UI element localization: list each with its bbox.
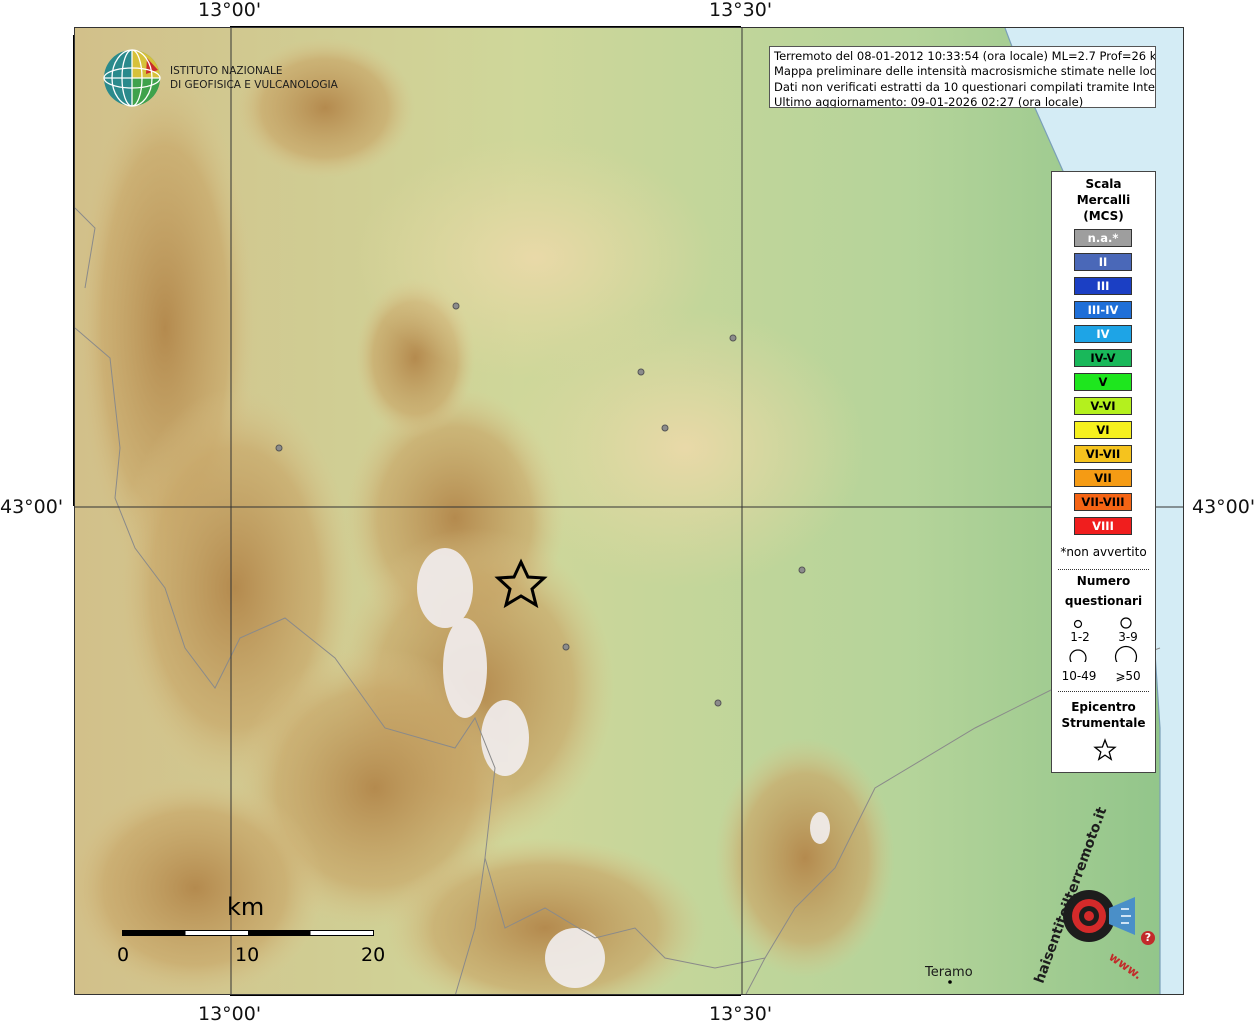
lon-label-top-right: 13°30': [709, 0, 773, 21]
city-marker-teramo[interactable]: [948, 980, 952, 984]
scale-tick-0: 0: [117, 944, 130, 966]
mcs-item: II: [1074, 253, 1132, 271]
mcs-item: VIII: [1074, 517, 1132, 535]
mcs-item: V-VI: [1074, 397, 1132, 415]
epicenter-star[interactable]: [494, 558, 548, 609]
haisentito-stamp[interactable]: haisentitoilterremoto.it www. ?: [1032, 805, 1163, 986]
ingv-name-line2: DI GEOFISICA E VULCANOLOGIA: [170, 79, 338, 91]
mcs-item: III: [1074, 277, 1132, 295]
legend-divider-2: [1058, 691, 1149, 692]
mcs-item: VI-VII: [1074, 445, 1132, 463]
legend-divider: [1058, 569, 1149, 570]
mcs-item: IV-V: [1074, 349, 1132, 367]
mcs-item: VI: [1074, 421, 1132, 439]
point-marker[interactable]: [798, 566, 806, 574]
scale-tick-10: 10: [235, 944, 260, 966]
stamp-question: ?: [1141, 931, 1155, 945]
questionnaire-points: [275, 302, 952, 984]
count-label-1-2: 1-2: [1070, 630, 1090, 644]
scale-tick-20: 20: [361, 944, 386, 966]
count-symbol-3-9: [1120, 617, 1132, 629]
count-title-2: questionari: [1064, 594, 1143, 608]
earthquake-info-box: Terremoto del 08-01-2012 10:33:54 (ora l…: [769, 46, 1156, 108]
lon-label-bottom-left: 13°00': [198, 1003, 262, 1025]
mcs-item: VII-VIII: [1074, 493, 1132, 511]
ingv-globe-icon: [103, 49, 161, 107]
mcs-item: IV: [1074, 325, 1132, 343]
count-symbol-50: [1114, 645, 1138, 662]
mcs-item: III-IV: [1074, 301, 1132, 319]
info-line-4: Ultimo aggiornamento: 09-01-2026 02:27 (…: [774, 94, 1084, 108]
count-label-10-49: 10-49: [1061, 669, 1097, 683]
legend-title-1: Scala: [1085, 177, 1122, 191]
legend-title-2: Mercalli: [1076, 193, 1131, 207]
lon-label-bottom-right: 13°30': [709, 1003, 773, 1025]
point-marker[interactable]: [637, 368, 645, 376]
mcs-item: n.a.*: [1074, 229, 1132, 247]
point-marker[interactable]: [729, 334, 737, 342]
lat-label-left: 43°00': [0, 496, 64, 518]
ingv-logo: ISTITUTO NAZIONALE DI GEOFISICA E VULCAN…: [102, 48, 342, 112]
map-area: ISTITUTO NAZIONALE DI GEOFISICA E VULCAN…: [74, 27, 1184, 995]
epicenter-title-1: Epicentro: [1071, 700, 1136, 714]
count-title-1: Numero: [1076, 574, 1131, 588]
point-marker[interactable]: [275, 444, 283, 452]
scale-unit: km: [227, 893, 265, 921]
scale-bar-line: [122, 930, 374, 936]
epicenter-title-2: Strumentale: [1061, 716, 1146, 730]
point-marker[interactable]: [562, 643, 570, 651]
count-label-3-9: 3-9: [1118, 630, 1138, 644]
info-line-2: Mappa preliminare delle intensità macros…: [774, 64, 1156, 79]
point-marker[interactable]: [714, 699, 722, 707]
ingv-name-line1: ISTITUTO NAZIONALE: [170, 65, 283, 77]
lat-label-right: 43°00': [1192, 496, 1256, 518]
point-marker[interactable]: [661, 424, 669, 432]
count-symbol-10-49: [1069, 649, 1087, 662]
legend-title-3: (MCS): [1083, 209, 1124, 223]
count-label-50: ⩾50: [1115, 669, 1141, 683]
scale-bar: km 0 10 20: [115, 893, 385, 968]
epicenter-legend-star-icon: [1093, 738, 1117, 761]
mcs-item: V: [1074, 373, 1132, 391]
info-line-3: Dati non verificati estratti da 10 quest…: [774, 79, 1156, 94]
mcs-item: VII: [1074, 469, 1132, 487]
city-label-teramo: Teramo: [925, 965, 973, 980]
lon-label-top-left: 13°00': [198, 0, 262, 21]
legend-panel: Scala Mercalli (MCS) n.a.* II III III-IV IV I…: [1051, 171, 1156, 773]
point-marker[interactable]: [452, 302, 460, 310]
legend-note: *non avvertito: [1060, 545, 1147, 559]
count-symbol-1-2: [1073, 619, 1083, 629]
info-line-1: Terremoto del 08-01-2012 10:33:54 (ora l…: [774, 49, 1156, 63]
